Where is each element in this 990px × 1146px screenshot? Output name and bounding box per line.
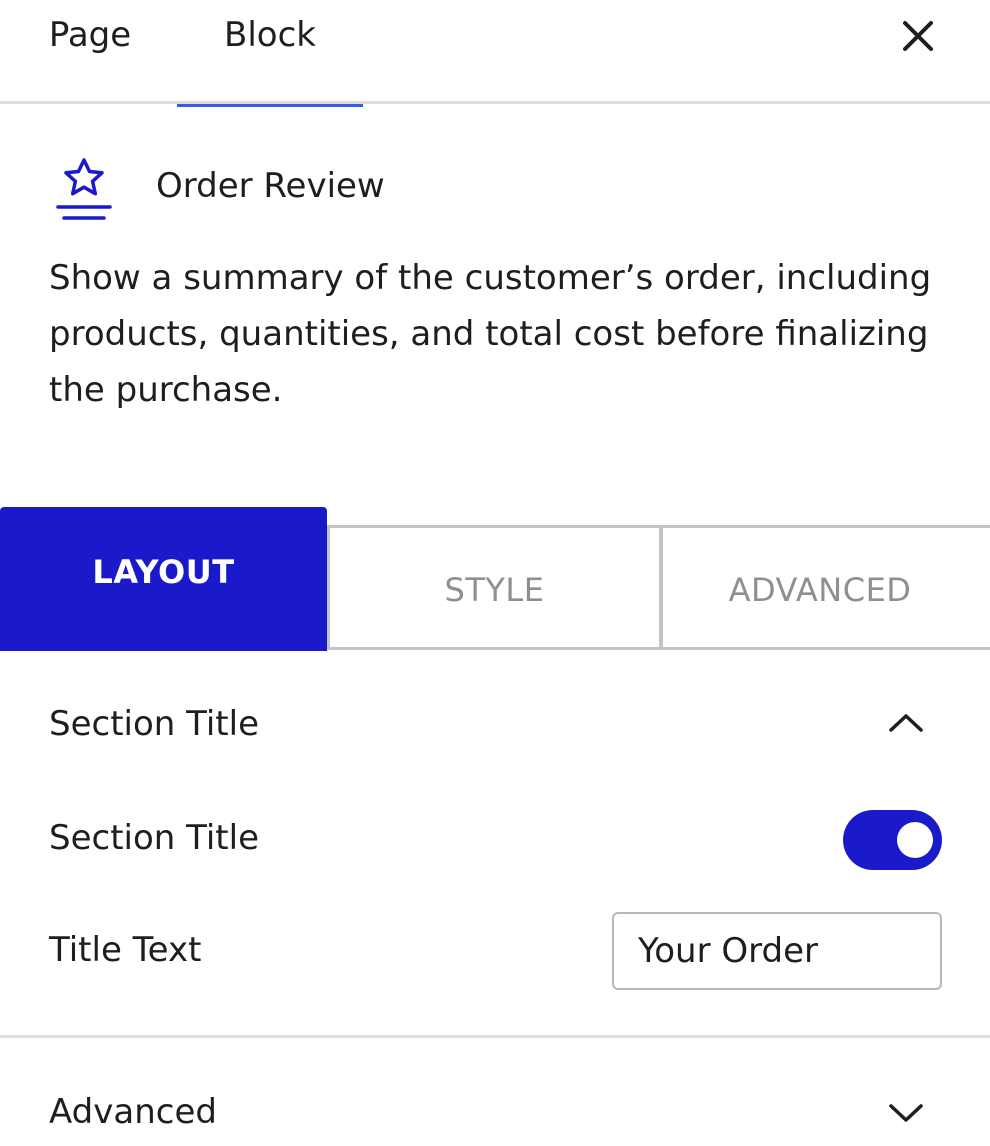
tab-block[interactable]: Block	[177, 0, 363, 107]
tab-advanced-label: ADVANCED	[728, 570, 912, 609]
section-title-panel-toggle[interactable]: Section Title	[0, 674, 990, 784]
tab-style-label: STYLE	[444, 570, 545, 609]
tab-layout-label: LAYOUT	[92, 553, 235, 591]
section-title-panel-heading: Section Title	[49, 704, 259, 744]
advanced-panel-toggle[interactable]: Advanced	[0, 1040, 990, 1146]
tab-layout[interactable]: LAYOUT	[0, 507, 327, 651]
chevron-down-icon	[889, 1104, 923, 1122]
close-button[interactable]	[892, 10, 944, 62]
advanced-panel-heading: Advanced	[49, 1092, 217, 1132]
tab-page-label: Page	[48, 15, 132, 55]
section-title-toggle[interactable]	[843, 810, 942, 870]
star-review-icon	[56, 158, 112, 220]
toggle-knob	[897, 822, 933, 858]
tab-style[interactable]: STYLE	[327, 525, 662, 650]
sidebar-tab-bar: Page Block	[0, 0, 990, 107]
chevron-up-icon	[889, 714, 923, 732]
section-title-toggle-label: Section Title	[49, 818, 259, 858]
title-text-label: Title Text	[49, 930, 202, 970]
block-title: Order Review	[156, 166, 385, 206]
tab-advanced[interactable]: ADVANCED	[660, 525, 990, 650]
panel-divider	[0, 1035, 990, 1038]
tab-page[interactable]: Page	[28, 0, 152, 104]
block-description: Show a summary of the customer’s order, …	[49, 258, 932, 410]
tab-block-label: Block	[224, 15, 316, 55]
block-settings-panel: Page Block Order Review Show a summary o…	[0, 0, 990, 1146]
title-text-input[interactable]	[612, 912, 942, 990]
close-icon	[903, 21, 933, 51]
